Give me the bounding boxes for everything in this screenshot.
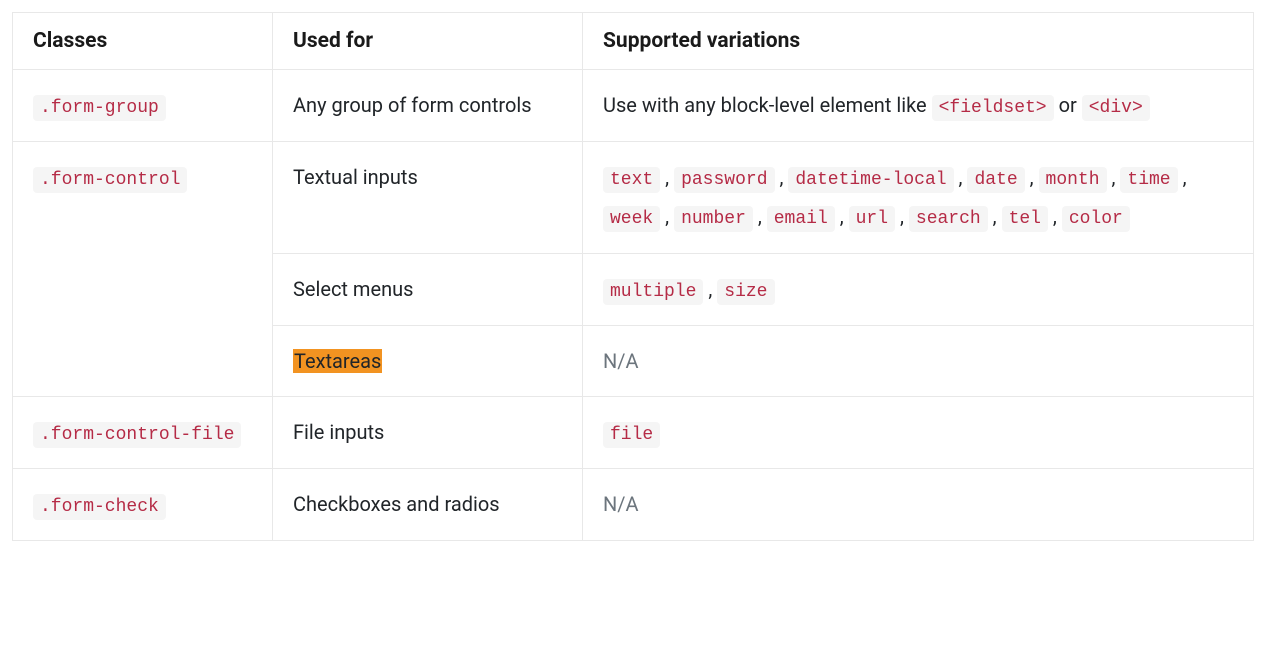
header-variations: Supported variations bbox=[583, 13, 1254, 70]
separator: , bbox=[954, 165, 968, 189]
code-class: .form-control bbox=[33, 167, 187, 193]
code-fieldset: <fieldset> bbox=[932, 95, 1054, 121]
code-variation: multiple bbox=[603, 279, 703, 305]
cell-usedfor: Select menus bbox=[273, 253, 583, 325]
cell-usedfor: Any group of form controls bbox=[273, 70, 583, 142]
cell-usedfor: Textual inputs bbox=[273, 142, 583, 253]
code-variation: number bbox=[674, 206, 753, 232]
cell-variations: N/A bbox=[583, 325, 1254, 396]
separator: , bbox=[703, 277, 717, 301]
cell-class: .form-control-file bbox=[13, 396, 273, 468]
code-variation: color bbox=[1062, 206, 1130, 232]
code-variation: date bbox=[967, 167, 1024, 193]
cell-class: .form-control bbox=[13, 142, 273, 397]
cell-usedfor: Checkboxes and radios bbox=[273, 468, 583, 540]
text-prefix: Use with any block-level element like bbox=[603, 93, 932, 117]
separator: , bbox=[660, 165, 674, 189]
code-class: .form-control-file bbox=[33, 422, 241, 448]
separator: , bbox=[835, 204, 849, 228]
code-variation: month bbox=[1039, 167, 1107, 193]
cell-variations: Use with any block-level element like <f… bbox=[583, 70, 1254, 142]
table-row: .form-check Checkboxes and radios N/A bbox=[13, 468, 1254, 540]
cell-variations: multiple , size bbox=[583, 253, 1254, 325]
code-class: .form-group bbox=[33, 95, 166, 121]
cell-usedfor: File inputs bbox=[273, 396, 583, 468]
separator: , bbox=[1048, 204, 1062, 228]
code-div: <div> bbox=[1082, 95, 1150, 121]
code-variation: time bbox=[1120, 167, 1177, 193]
table-row: .form-group Any group of form controls U… bbox=[13, 70, 1254, 142]
header-usedfor: Used for bbox=[273, 13, 583, 70]
code-class: .form-check bbox=[33, 494, 166, 520]
code-variation: email bbox=[767, 206, 835, 232]
code-variation: password bbox=[674, 167, 774, 193]
table-header-row: Classes Used for Supported variations bbox=[13, 13, 1254, 70]
code-variation: size bbox=[717, 279, 774, 305]
table-row: .form-control-file File inputs file bbox=[13, 396, 1254, 468]
separator: , bbox=[660, 204, 674, 228]
separator: , bbox=[895, 204, 909, 228]
separator: , bbox=[775, 165, 789, 189]
table-row: .form-control Textual inputs text , pass… bbox=[13, 142, 1254, 253]
highlighted-text: Textareas bbox=[293, 349, 382, 373]
code-variation: datetime-local bbox=[788, 167, 953, 193]
code-variation: text bbox=[603, 167, 660, 193]
text-mid: or bbox=[1054, 93, 1082, 117]
separator: , bbox=[753, 204, 767, 228]
code-variation: file bbox=[603, 422, 660, 448]
code-variation: week bbox=[603, 206, 660, 232]
separator: , bbox=[1107, 165, 1121, 189]
cell-usedfor: Textareas bbox=[273, 325, 583, 396]
separator: , bbox=[1178, 165, 1187, 189]
code-variation: search bbox=[909, 206, 988, 232]
header-classes: Classes bbox=[13, 13, 273, 70]
form-classes-table: Classes Used for Supported variations .f… bbox=[12, 12, 1254, 541]
separator: , bbox=[988, 204, 1002, 228]
separator: , bbox=[1025, 165, 1039, 189]
cell-class: .form-group bbox=[13, 70, 273, 142]
code-variation: tel bbox=[1002, 206, 1048, 232]
cell-variations: text , password , datetime-local , date … bbox=[583, 142, 1254, 253]
cell-variations: file bbox=[583, 396, 1254, 468]
cell-class: .form-check bbox=[13, 468, 273, 540]
code-variation: url bbox=[849, 206, 895, 232]
cell-variations: N/A bbox=[583, 468, 1254, 540]
